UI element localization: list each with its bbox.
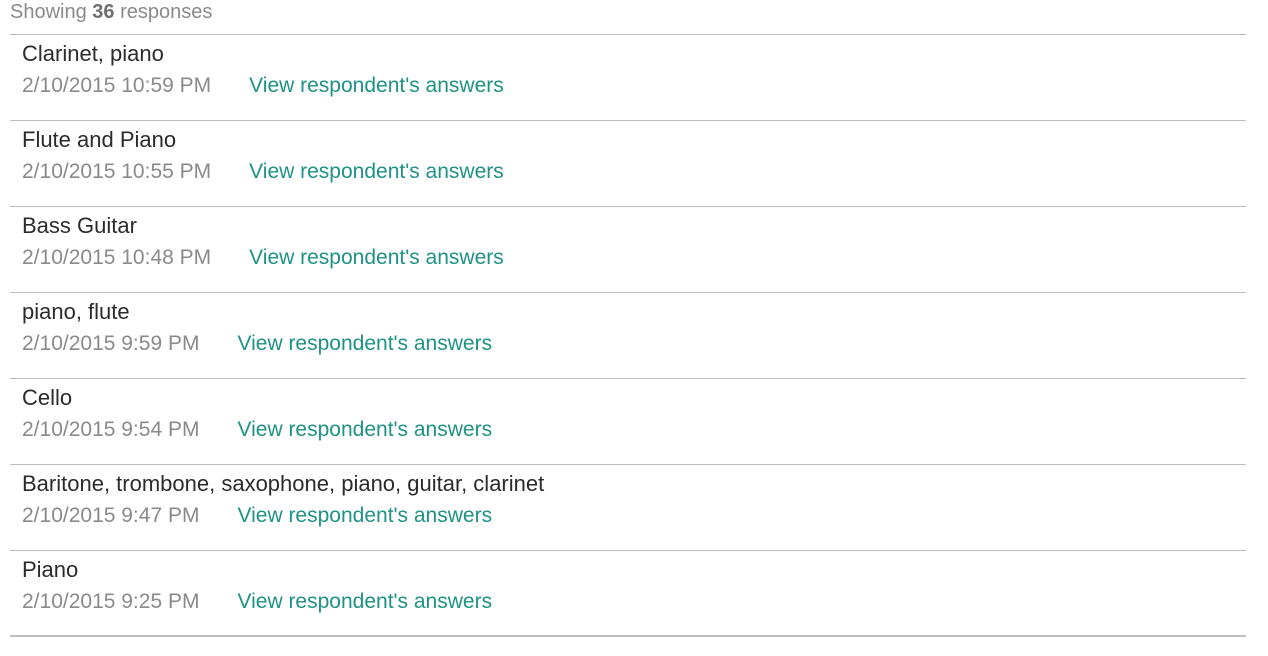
response-meta: 2/10/2015 9:47 PM View respondent's answe… (22, 502, 492, 530)
response-count: 36 (92, 1, 115, 23)
response-item: Flute and Piano 2/10/2015 10:55 PM View r… (10, 121, 1246, 207)
response-item: Cello 2/10/2015 9:54 PM View respondent's… (10, 379, 1246, 465)
response-answer: Piano (22, 557, 79, 582)
response-date: 2/10/2015 10:59 PM (22, 74, 212, 97)
summary-prefix: Showing (10, 1, 87, 23)
view-respondent-answers-link[interactable]: View respondent's answers (237, 504, 492, 527)
response-meta: 2/10/2015 10:48 PM View respondent's answ… (22, 244, 504, 272)
response-answer: Bass Guitar (22, 213, 137, 238)
response-answer: Cello (22, 385, 73, 410)
response-meta: 2/10/2015 10:59 PM View respondent's answ… (22, 72, 504, 100)
response-answer: piano, flute (22, 299, 130, 324)
response-item: Piano 2/10/2015 9:25 PM View respondent's… (10, 551, 1246, 637)
list-bottom-divider (10, 635, 1246, 637)
response-meta: 2/10/2015 9:59 PM View respondent's answe… (22, 330, 492, 358)
view-respondent-answers-link[interactable]: View respondent's answers (249, 160, 504, 183)
response-date: 2/10/2015 9:25 PM (22, 590, 200, 613)
response-answer: Clarinet, piano (22, 41, 164, 66)
response-meta: 2/10/2015 10:55 PM View respondent's answ… (22, 158, 504, 186)
response-date: 2/10/2015 9:54 PM (22, 418, 200, 441)
summary-suffix: responses (120, 1, 213, 23)
response-date: 2/10/2015 10:48 PM (22, 246, 212, 269)
response-list: Clarinet, piano 2/10/2015 10:59 PM View r… (10, 34, 1246, 637)
view-respondent-answers-link[interactable]: View respondent's answers (237, 590, 492, 613)
response-date: 2/10/2015 9:59 PM (22, 332, 200, 355)
view-respondent-answers-link[interactable]: View respondent's answers (249, 246, 504, 269)
response-answer: Baritone, trombone, saxophone, piano, gu… (22, 471, 545, 496)
response-item: Clarinet, piano 2/10/2015 10:59 PM View r… (10, 35, 1246, 121)
response-item: Baritone, trombone, saxophone, piano, gu… (10, 465, 1246, 551)
view-respondent-answers-link[interactable]: View respondent's answers (237, 332, 492, 355)
response-date: 2/10/2015 9:47 PM (22, 504, 200, 527)
response-answer: Flute and Piano (22, 127, 177, 152)
response-date: 2/10/2015 10:55 PM (22, 160, 212, 183)
view-respondent-answers-link[interactable]: View respondent's answers (249, 74, 504, 97)
response-meta: 2/10/2015 9:54 PM View respondent's answe… (22, 416, 492, 444)
response-item: Bass Guitar 2/10/2015 10:48 PM View respo… (10, 207, 1246, 293)
view-respondent-answers-link[interactable]: View respondent's answers (237, 418, 492, 441)
response-item: piano, flute 2/10/2015 9:59 PM View respo… (10, 293, 1246, 379)
response-count-summary: Showing 36 responses (10, 0, 212, 24)
response-meta: 2/10/2015 9:25 PM View respondent's answe… (22, 588, 492, 616)
